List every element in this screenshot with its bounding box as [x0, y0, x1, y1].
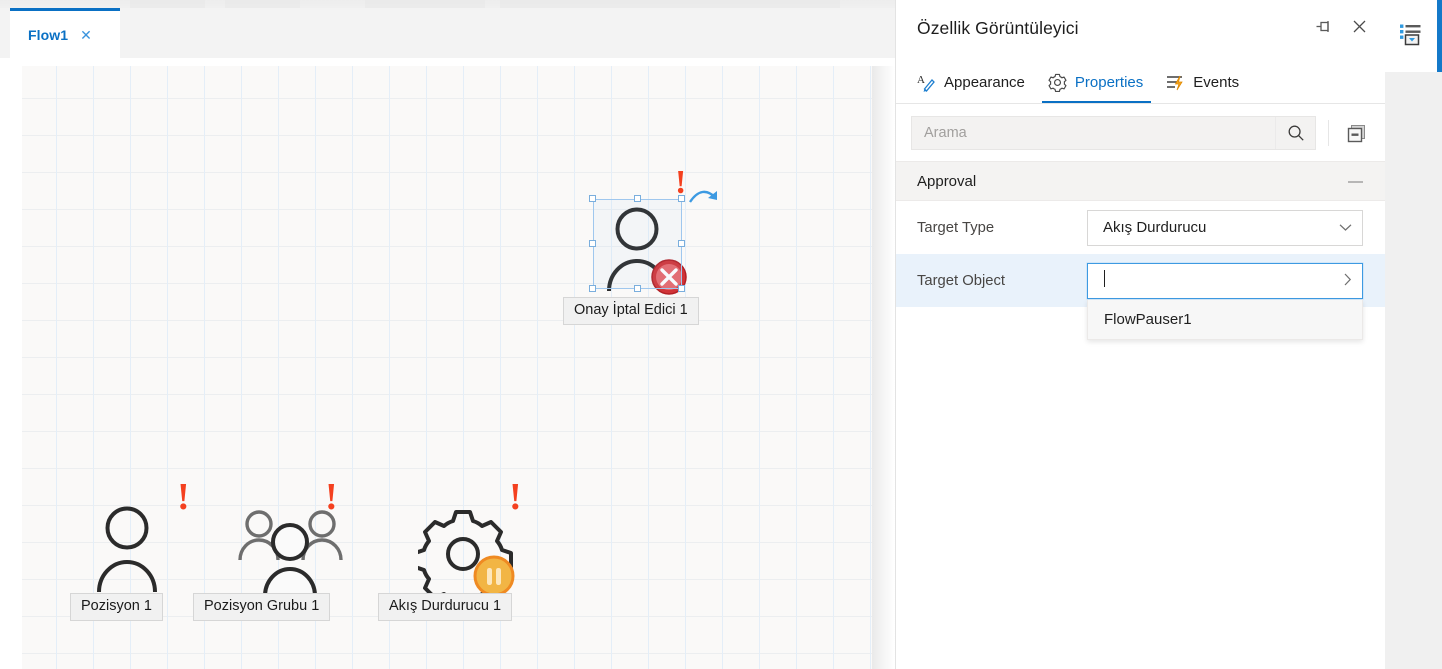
- diagram-canvas-area[interactable]: ! Onay İptal Edici 1 ! Pozisyon 1: [0, 58, 895, 669]
- warning-icon: !: [675, 166, 686, 200]
- page-title: Özellik Görüntüleyici: [917, 18, 1079, 39]
- svg-text:A: A: [917, 74, 925, 86]
- chevron-right-icon[interactable]: [1343, 273, 1352, 289]
- canvas-scroll-gutter[interactable]: [872, 66, 895, 669]
- tab-properties-label: Properties: [1075, 74, 1143, 91]
- close-icon[interactable]: ✕: [80, 28, 92, 42]
- close-icon[interactable]: [1349, 16, 1369, 36]
- search-input[interactable]: [912, 117, 1275, 149]
- application-window: Flow1 ✕: [0, 0, 1442, 669]
- node-label-akis-durdurucu: Akış Durdurucu 1: [378, 593, 512, 621]
- chevron-down-icon[interactable]: [1339, 221, 1352, 235]
- auto-hide-pin-icon[interactable]: [1313, 16, 1333, 36]
- target-type-value: Akış Durdurucu: [1103, 219, 1339, 236]
- gear-icon: [1048, 73, 1067, 92]
- target-object-dropdown[interactable]: FlowPauser1: [1087, 300, 1363, 340]
- document-tabstrip: Flow1 ✕: [0, 8, 895, 58]
- resize-handle[interactable]: [589, 285, 596, 292]
- dropdown-option-flowpauser1[interactable]: FlowPauser1: [1088, 300, 1362, 339]
- rail-item-property-viewer[interactable]: [1385, 0, 1437, 72]
- tab-appearance[interactable]: A Appearance: [909, 73, 1035, 103]
- property-row-target-object: Target Object FlowPauser1: [896, 254, 1385, 307]
- warning-icon: !: [509, 478, 522, 516]
- node-label-onay-iptal-edici: Onay İptal Edici 1: [563, 297, 699, 325]
- document-tab-label: Flow1: [28, 27, 68, 43]
- document-tab-flow1[interactable]: Flow1 ✕: [10, 8, 120, 58]
- search-icon[interactable]: [1275, 117, 1315, 149]
- resize-handle[interactable]: [678, 240, 685, 247]
- resize-handle[interactable]: [634, 195, 641, 202]
- tab-events[interactable]: Events: [1158, 73, 1249, 103]
- rail-active-indicator: [1437, 0, 1442, 72]
- resize-handle[interactable]: [589, 240, 596, 247]
- appearance-pencil-icon: A: [917, 73, 936, 92]
- target-object-combobox[interactable]: [1087, 263, 1363, 299]
- group-header-approval[interactable]: Approval —: [896, 161, 1385, 201]
- resize-handle[interactable]: [589, 195, 596, 202]
- property-label-target-object: Target Object: [917, 273, 1087, 289]
- target-type-combobox[interactable]: Akış Durdurucu: [1087, 210, 1363, 246]
- group-title: Approval: [917, 173, 976, 190]
- property-viewer-panel: Özellik Görüntüleyici: [895, 0, 1385, 669]
- events-lightning-icon: [1166, 73, 1185, 92]
- property-label-target-type: Target Type: [917, 220, 1087, 236]
- panel-header: Özellik Görüntüleyici: [896, 0, 1385, 56]
- collapse-all-icon[interactable]: [1328, 120, 1369, 146]
- search-box[interactable]: [911, 116, 1316, 150]
- node-pozisyon-grubu[interactable]: [232, 504, 362, 594]
- diagram-grid[interactable]: ! Onay İptal Edici 1 ! Pozisyon 1: [22, 66, 872, 669]
- selection-frame: [593, 199, 682, 289]
- search-row: [896, 104, 1385, 161]
- property-row-target-type: Target Type Akış Durdurucu: [896, 201, 1385, 254]
- tab-appearance-label: Appearance: [944, 74, 1025, 91]
- warning-icon: !: [177, 478, 190, 516]
- node-label-pozisyon: Pozisyon 1: [70, 593, 163, 621]
- target-object-value: [1103, 270, 1343, 291]
- node-label-pozisyon-grubu: Pozisyon Grubu 1: [193, 593, 330, 621]
- warning-icon: !: [325, 478, 338, 516]
- resize-handle[interactable]: [678, 285, 685, 292]
- tab-properties[interactable]: Properties: [1040, 73, 1153, 103]
- property-viewer-icon: [1398, 21, 1424, 52]
- panel-tabs: A Appearance Properties: [896, 56, 1385, 104]
- resize-handle[interactable]: [634, 285, 641, 292]
- tab-events-label: Events: [1193, 74, 1239, 91]
- right-icon-rail: [1385, 0, 1442, 669]
- collapse-group-icon[interactable]: —: [1348, 174, 1363, 189]
